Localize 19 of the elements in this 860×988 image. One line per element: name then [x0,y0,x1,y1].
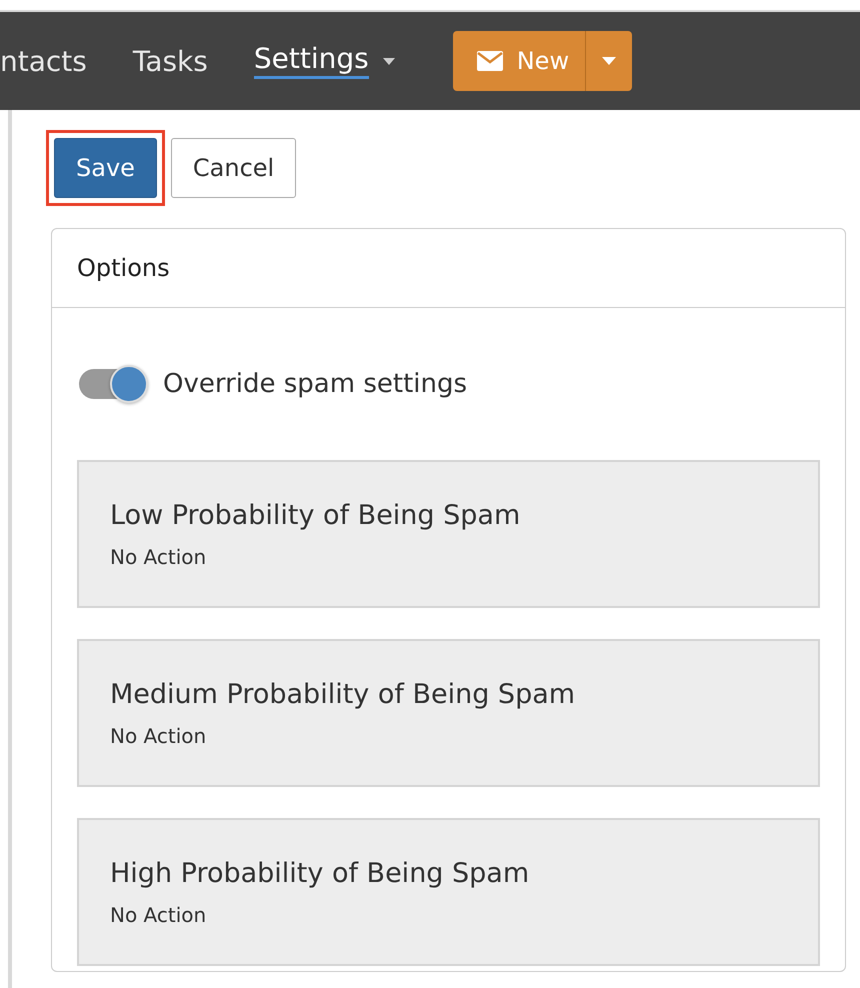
level-title: Low Probability of Being Spam [110,500,522,530]
save-button[interactable]: Save [54,138,157,198]
spam-level-card[interactable]: High Probability of Being Spam No Action [77,818,820,966]
toggle-switch[interactable] [77,364,149,404]
nav-link[interactable]: ntacts [0,44,87,78]
mail-icon [476,51,503,71]
toggle-label: Override spam settings [163,369,468,399]
level-action: No Action [110,724,208,748]
level-title: Medium Probability of Being Spam [110,678,576,710]
level-title: High Probability of Being Spam [110,858,530,888]
nav-link[interactable]: Tasks [132,44,208,78]
panel-title: Options [77,254,170,282]
level-action: No Action [110,544,208,568]
nav-link[interactable]: Settings [254,43,395,79]
caret-icon [602,57,616,65]
spam-level-card[interactable]: Low Probability of Being Spam No Action [77,460,820,608]
spam-level-card[interactable]: Medium Probability of Being Spam No Action [77,639,820,787]
cancel-button[interactable]: Cancel [170,138,296,198]
level-action: No Action [110,902,208,926]
